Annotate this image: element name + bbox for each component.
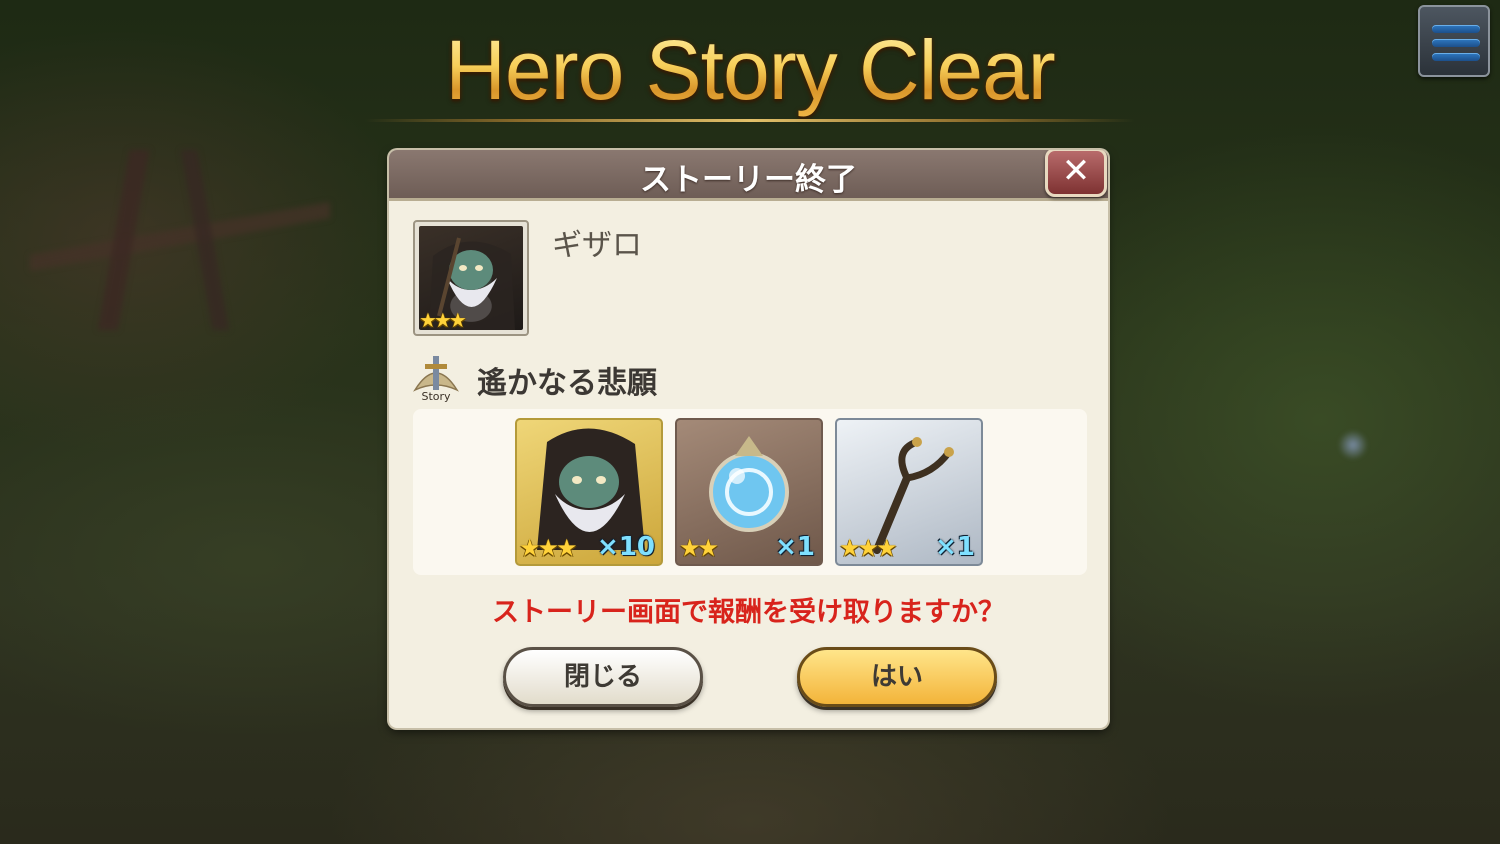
close-button[interactable]: 閉じる xyxy=(503,647,703,707)
reward-stars: ★★★ xyxy=(519,534,578,562)
reward-stars: ★★★ xyxy=(839,534,898,562)
hamburger-menu-icon[interactable] xyxy=(1418,5,1490,77)
story-complete-dialog: ストーリー終了 ✕ ★★★ ギザロ Story 遙かなる悲願 ★★★ ×10 ★… xyxy=(389,150,1108,728)
reward-staff[interactable]: ★★★ ×1 xyxy=(835,418,983,566)
reward-quantity: ×10 xyxy=(597,532,655,562)
dialog-header: ストーリー終了 xyxy=(389,150,1108,201)
hero-name: ギザロ xyxy=(552,228,642,263)
receive-rewards-question: ストーリー画面で報酬を受け取りますか？ xyxy=(492,597,1005,628)
background-glow xyxy=(1338,430,1368,460)
reward-panel: ★★★ ×10 ★★ ×1 ★★★ ×1 xyxy=(413,409,1087,575)
reward-stars: ★★ xyxy=(679,534,719,562)
story-title: 遙かなる悲願 xyxy=(477,366,657,401)
story-icon-label: Story xyxy=(421,390,451,402)
reward-blue-orb[interactable]: ★★ ×1 xyxy=(675,418,823,566)
close-x-icon[interactable]: ✕ xyxy=(1045,150,1107,197)
hero-portrait: ★★★ xyxy=(413,220,529,336)
title-underline xyxy=(365,119,1135,122)
rarity-stars: ★★★ xyxy=(419,308,467,332)
reward-quantity: ×1 xyxy=(775,532,815,562)
background-fence xyxy=(30,150,330,330)
story-sword-icon: Story xyxy=(411,352,461,403)
reward-quantity: ×1 xyxy=(935,532,975,562)
yes-button[interactable]: はい xyxy=(797,647,997,707)
reward-hero-shard[interactable]: ★★★ ×10 xyxy=(515,418,663,566)
hero-story-clear-title: Hero Story Clear xyxy=(0,22,1500,119)
dialog-title: ストーリー終了 xyxy=(640,162,857,198)
